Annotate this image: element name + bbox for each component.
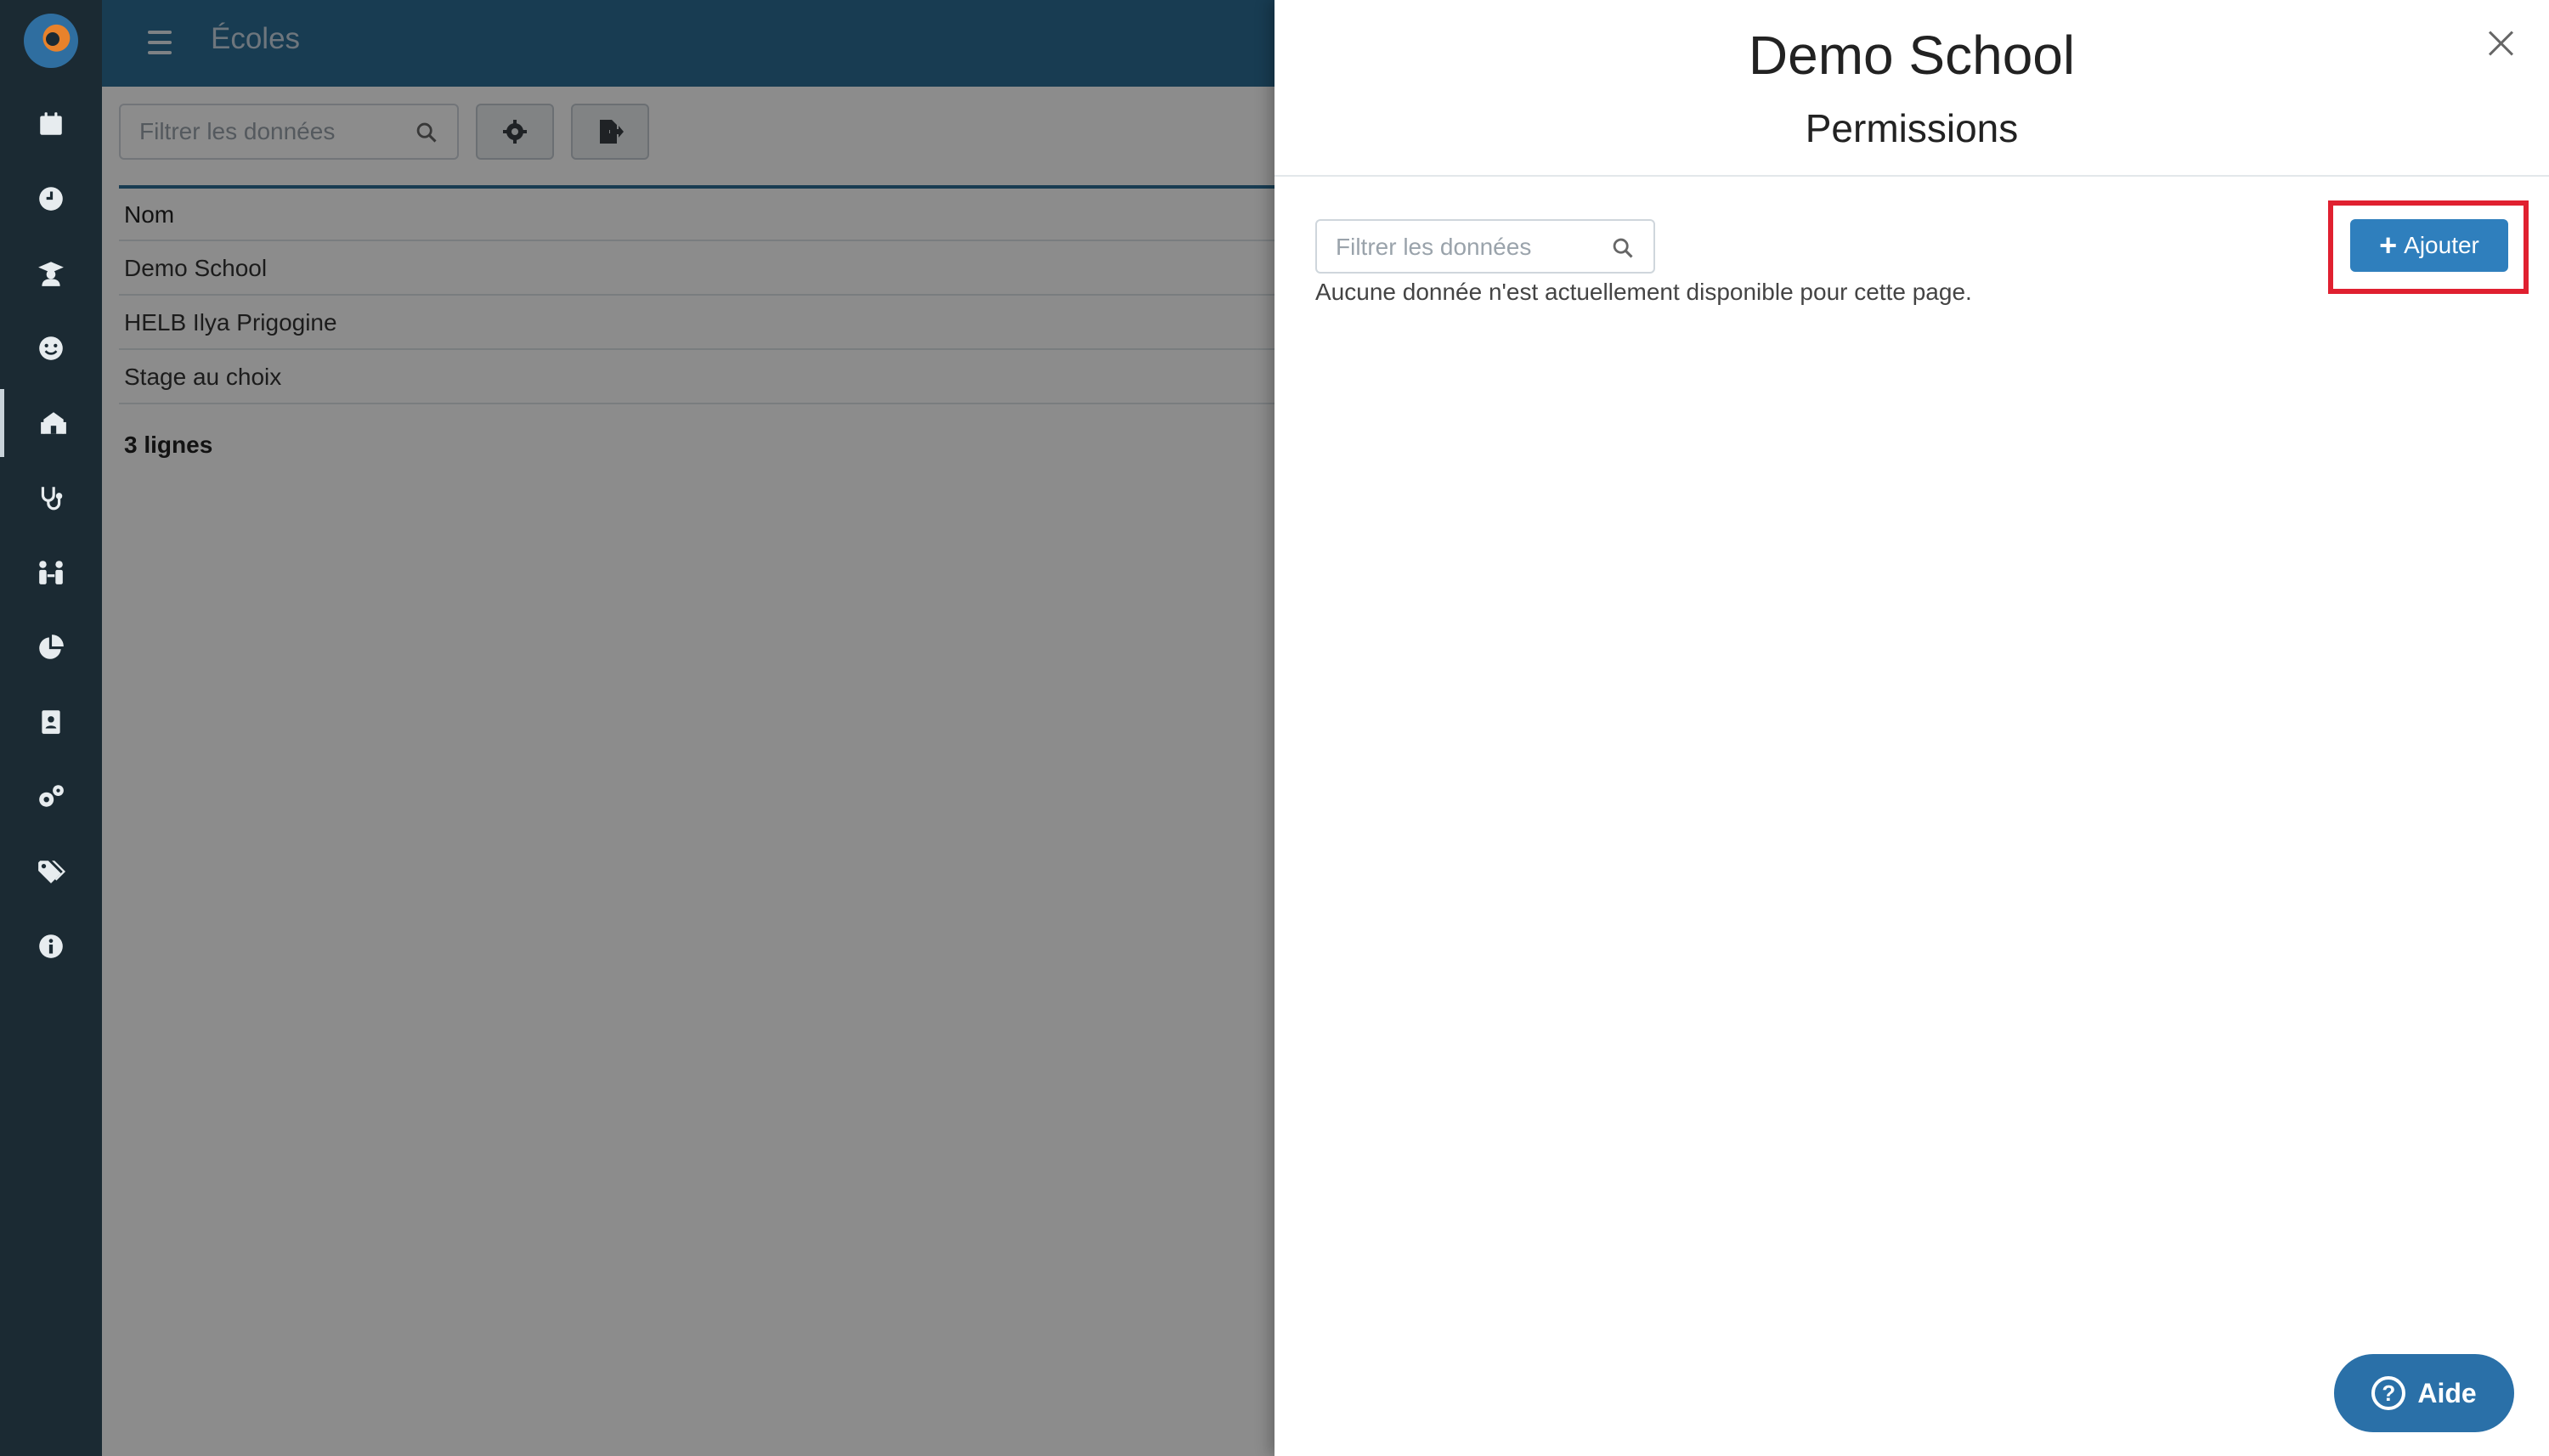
permissions-drawer: Demo School Permissions Aucune donnée n'… [1274, 0, 2549, 1456]
gears-icon [39, 785, 64, 807]
question-icon: ? [2371, 1376, 2406, 1410]
sidebar-item-calendar[interactable] [0, 90, 102, 158]
drawer-subtitle: Permissions [1805, 106, 2019, 150]
school-icon [40, 412, 66, 434]
sidebar-item-people[interactable] [0, 314, 102, 382]
smiley-icon [39, 336, 63, 360]
sidebar-item-statistics[interactable] [0, 613, 102, 681]
modal-backdrop[interactable] [102, 0, 1274, 1456]
contact-card-icon [42, 710, 60, 734]
sidebar-item-supervisors[interactable] [0, 539, 102, 607]
tags-icon [38, 861, 65, 883]
sidebar-item-students[interactable] [0, 240, 102, 308]
sidebar-item-contacts[interactable] [0, 688, 102, 756]
sidebar [0, 0, 102, 1456]
help-button-label: Aide [2417, 1377, 2477, 1408]
people-connection-icon [39, 561, 63, 584]
close-icon[interactable] [2486, 29, 2515, 58]
plus-icon: + [2379, 228, 2398, 262]
sidebar-item-info[interactable] [0, 912, 102, 980]
sidebar-item-time[interactable] [0, 165, 102, 233]
permissions-filter-field[interactable] [1315, 219, 1655, 274]
add-permission-button[interactable]: + Ajouter [2350, 219, 2508, 272]
sidebar-item-internships[interactable] [0, 464, 102, 532]
clock-icon [39, 187, 63, 211]
calendar-icon [40, 112, 62, 135]
help-button[interactable]: ? Aide [2334, 1354, 2514, 1432]
permissions-filter-input[interactable] [1317, 221, 1589, 274]
pie-chart-icon [39, 635, 64, 659]
divider [1274, 175, 2549, 177]
graduate-icon [38, 262, 64, 286]
app-logo[interactable] [24, 14, 78, 68]
drawer-title: Demo School [1748, 25, 2076, 86]
info-icon [39, 934, 63, 958]
search-icon [1613, 238, 1633, 258]
sidebar-item-schools[interactable] [0, 389, 102, 457]
empty-state-message: Aucune donnée n'est actuellement disponi… [1315, 279, 1972, 305]
sidebar-item-settings[interactable] [0, 763, 102, 831]
sidebar-item-tags[interactable] [0, 838, 102, 906]
add-button-label: Ajouter [2404, 232, 2479, 258]
stethoscope-icon [41, 487, 63, 511]
